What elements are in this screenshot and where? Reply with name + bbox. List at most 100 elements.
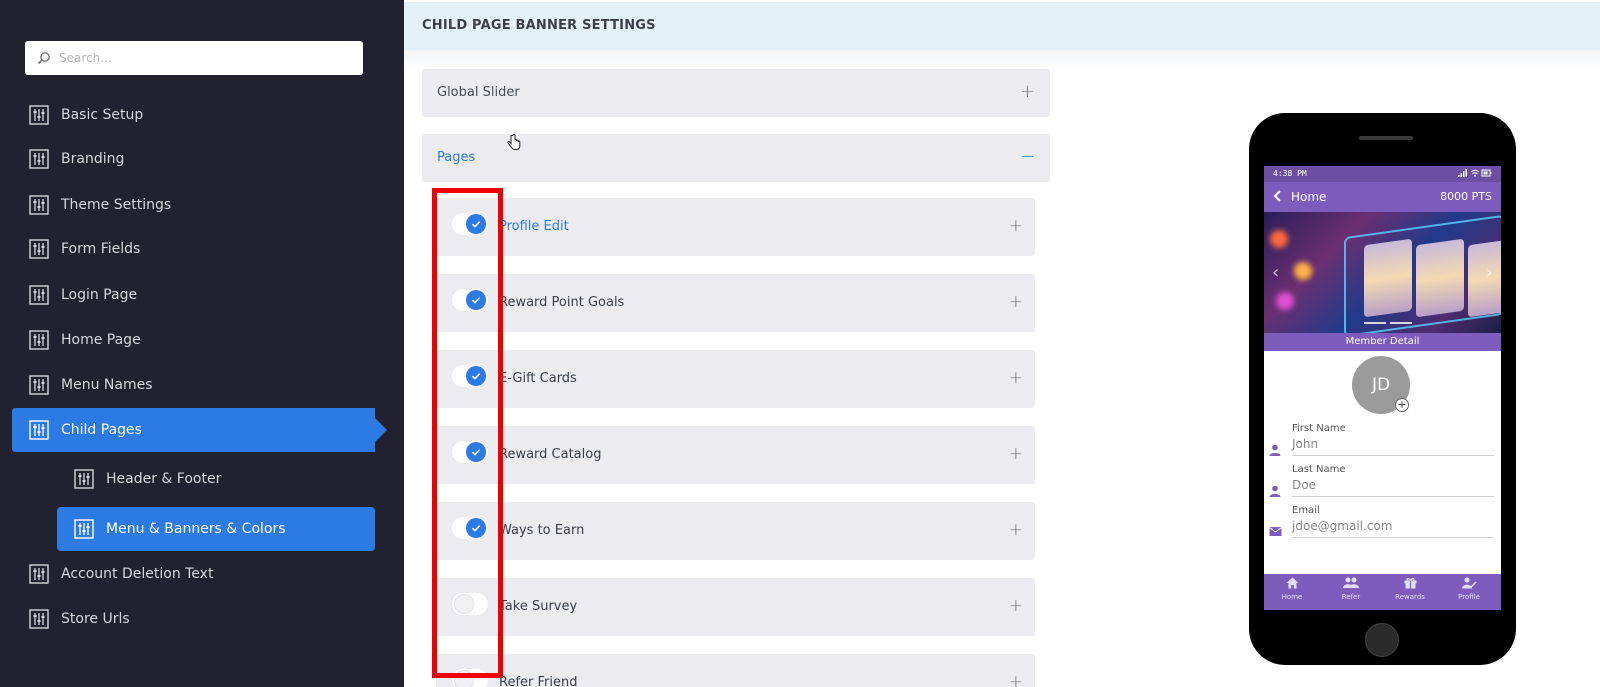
sidebar-item-label: Theme Settings xyxy=(61,197,172,213)
accordion-global-slider[interactable]: Global Slider + xyxy=(422,69,1050,117)
search-placeholder: Search... xyxy=(59,51,112,65)
page-row-take-survey[interactable]: Take Survey + xyxy=(436,578,1035,636)
page-row-reward-catalog[interactable]: Reward Catalog + xyxy=(436,426,1035,484)
accordion-title: Pages xyxy=(437,150,476,165)
sidebar-item-account-deletion-text[interactable]: Account Deletion Text xyxy=(12,552,375,596)
banner-next-icon[interactable]: › xyxy=(1486,262,1493,283)
page-row-ways-to-earn[interactable]: Ways to Earn + xyxy=(436,502,1035,560)
person-icon xyxy=(1269,485,1281,497)
sidebar-item-label: Header & Footer xyxy=(106,471,222,487)
header-shadow xyxy=(404,50,1600,70)
page-label: E-Gift Cards xyxy=(499,371,577,386)
sidebar-item-branding[interactable]: Branding xyxy=(12,137,375,181)
sidebar-item-label: Menu Names xyxy=(61,377,153,393)
tab-rewards[interactable]: Rewards xyxy=(1390,577,1430,601)
sidebar-item-label: Basic Setup xyxy=(61,107,144,123)
expand-icon[interactable]: + xyxy=(1009,672,1023,687)
banner-slider-image[interactable]: ‹ › xyxy=(1264,212,1501,333)
page-label: Ways to Earn xyxy=(499,523,585,538)
avatar-add-icon[interactable]: + xyxy=(1395,398,1409,412)
expand-icon[interactable]: + xyxy=(1009,520,1023,540)
first-name-field[interactable]: First Name John xyxy=(1264,423,1501,463)
people-icon xyxy=(1343,577,1359,588)
last-name-field[interactable]: Last Name Doe xyxy=(1264,464,1501,504)
sidebar-subitem-menu-banners-colors[interactable]: Menu & Banners & Colors xyxy=(57,507,375,551)
page-label: Take Survey xyxy=(499,599,578,614)
phone-tab-bar: Home Refer Rewards Profile xyxy=(1264,574,1501,610)
page-label: Refer Friend xyxy=(499,675,578,687)
banner-light xyxy=(1276,292,1294,310)
sidebar-item-home-page[interactable]: Home Page xyxy=(12,318,375,362)
page-row-reward-point-goals[interactable]: Reward Point Goals + xyxy=(436,274,1035,332)
sidebar-item-theme-settings[interactable]: Theme Settings xyxy=(12,183,375,227)
banner-light xyxy=(1294,262,1312,280)
sliders-icon xyxy=(29,375,49,395)
sliders-icon xyxy=(74,519,94,539)
phone-status-bar: 4:38 PM xyxy=(1264,166,1501,182)
expand-icon[interactable]: + xyxy=(1009,444,1023,464)
field-underline xyxy=(1292,496,1494,497)
field-underline xyxy=(1292,455,1494,456)
field-label: First Name xyxy=(1292,423,1346,434)
sidebar-item-login-page[interactable]: Login Page xyxy=(12,273,375,317)
page-row-refer-friend[interactable]: Refer Friend + xyxy=(436,654,1035,687)
banner-prev-icon[interactable]: ‹ xyxy=(1272,262,1279,283)
page-row-profile-edit[interactable]: Profile Edit + xyxy=(436,198,1035,256)
tab-home[interactable]: Home xyxy=(1272,577,1312,601)
page-label: Reward Point Goals xyxy=(499,295,625,310)
accordion-title: Global Slider xyxy=(437,85,520,100)
expand-icon[interactable]: + xyxy=(1009,368,1023,388)
page-row-e-gift-cards[interactable]: E-Gift Cards + xyxy=(436,350,1035,408)
sidebar-item-label: Child Pages xyxy=(61,422,142,438)
person-icon xyxy=(1269,444,1281,456)
sidebar-item-child-pages[interactable]: Child Pages xyxy=(12,408,387,452)
sliders-icon xyxy=(29,105,49,125)
expand-icon[interactable]: + xyxy=(1020,81,1035,102)
tab-profile[interactable]: Profile xyxy=(1449,577,1489,601)
page-label: Reward Catalog xyxy=(499,447,602,462)
sliders-icon xyxy=(29,330,49,350)
phone-app-bar: Home 8000 PTS xyxy=(1264,182,1501,212)
sidebar-item-form-fields[interactable]: Form Fields xyxy=(12,227,375,271)
field-value: Doe xyxy=(1292,478,1316,492)
sliders-icon xyxy=(74,469,94,489)
phone-speaker xyxy=(1359,136,1413,140)
sliders-icon xyxy=(29,149,49,169)
sidebar-item-label: Form Fields xyxy=(61,241,141,257)
mail-icon xyxy=(1269,527,1282,536)
status-time: 4:38 PM xyxy=(1273,169,1307,178)
sidebar: Search... Basic Setup Branding Theme Set… xyxy=(0,0,404,687)
gift-icon xyxy=(1404,577,1416,589)
sidebar-item-label: Account Deletion Text xyxy=(61,566,214,582)
page-label: Profile Edit xyxy=(499,219,569,234)
sliders-icon xyxy=(29,609,49,629)
tab-refer[interactable]: Refer xyxy=(1331,577,1371,601)
search-icon xyxy=(37,52,50,65)
sidebar-item-store-urls[interactable]: Store Urls xyxy=(12,597,375,641)
expand-icon[interactable]: + xyxy=(1009,596,1023,616)
sidebar-item-menu-names[interactable]: Menu Names xyxy=(12,363,375,407)
collapse-icon[interactable]: − xyxy=(1020,146,1035,167)
phone-screen: 4:38 PM Home 8000 PTS ‹ › Member Detail … xyxy=(1264,166,1501,610)
profile-edit-icon xyxy=(1461,577,1476,589)
slot-reel xyxy=(1468,238,1501,318)
banner-pagination xyxy=(1364,309,1416,328)
sliders-icon xyxy=(29,420,49,440)
expand-icon[interactable]: + xyxy=(1009,216,1023,236)
tab-label: Profile xyxy=(1458,593,1480,601)
sidebar-item-basic-setup[interactable]: Basic Setup xyxy=(12,93,375,137)
sidebar-subitem-header-footer[interactable]: Header & Footer xyxy=(57,457,375,501)
hand-cursor-icon xyxy=(507,134,521,150)
back-arrow-icon[interactable] xyxy=(1273,189,1282,203)
phone-preview: 4:38 PM Home 8000 PTS ‹ › Member Detail … xyxy=(1249,113,1516,665)
appbar-title: Home xyxy=(1291,190,1327,204)
sidebar-item-label: Home Page xyxy=(61,332,141,348)
expand-icon[interactable]: + xyxy=(1009,292,1023,312)
points-balance: 8000 PTS xyxy=(1440,190,1492,203)
sliders-icon xyxy=(29,285,49,305)
sidebar-search[interactable]: Search... xyxy=(25,41,363,75)
field-value: jdoe@gmail.com xyxy=(1292,519,1393,533)
phone-home-button xyxy=(1365,623,1399,657)
banner-light xyxy=(1270,230,1288,248)
email-field[interactable]: Email jdoe@gmail.com xyxy=(1264,505,1501,545)
